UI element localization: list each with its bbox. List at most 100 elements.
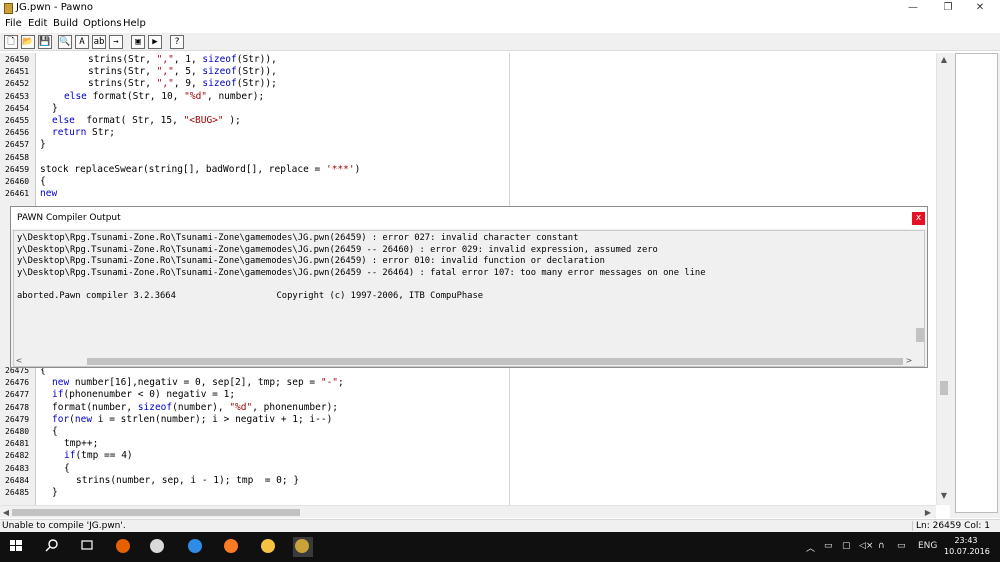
line-number: 26483 bbox=[5, 463, 30, 473]
compiler-output-line: y\Desktop\Rpg.Tsunami-Zone.Ro\Tsunami-Zo… bbox=[17, 256, 605, 267]
menu-bar: File Edit Build Options Help bbox=[0, 17, 1000, 31]
output-scroll-thumb[interactable] bbox=[916, 328, 924, 342]
output-scroll-right-arrow[interactable]: > bbox=[904, 355, 914, 366]
app-icon[interactable] bbox=[148, 537, 168, 557]
menu-file[interactable]: File bbox=[5, 17, 22, 31]
menu-options[interactable]: Options bbox=[83, 17, 122, 31]
code-line: strins(Str, ",", 5, sizeof(Str)), bbox=[88, 66, 277, 78]
scroll-right-arrow[interactable]: ▶ bbox=[922, 506, 934, 519]
code-line: format(number, sizeof(number), "%d", pho… bbox=[52, 401, 339, 413]
code-line: } bbox=[40, 139, 46, 151]
edge-icon[interactable] bbox=[186, 537, 206, 557]
close-button[interactable]: ✕ bbox=[960, 0, 1000, 16]
pawno-icon[interactable] bbox=[293, 537, 313, 557]
title-bar: JG.pwn - Pawno — ❐ ✕ bbox=[0, 0, 1000, 16]
pawno-app-icon bbox=[4, 3, 13, 14]
network-icon[interactable]: ▭ bbox=[824, 541, 833, 551]
compiler-output-line: y\Desktop\Rpg.Tsunami-Zone.Ro\Tsunami-Zo… bbox=[17, 233, 579, 243]
xampp-icon[interactable] bbox=[222, 537, 242, 557]
dialog-title-bar[interactable]: PAWN Compiler Output x bbox=[11, 207, 927, 229]
toolbar: 🗋 📂 💾 🔍 A ab → ▣ ▶ ? bbox=[0, 33, 1000, 51]
headset-icon[interactable]: ∩ bbox=[878, 541, 885, 551]
line-number: 26484 bbox=[5, 475, 30, 485]
window-title: JG.pwn - Pawno bbox=[16, 2, 94, 13]
code-line: else format( Str, 15, "<BUG>" ); bbox=[52, 115, 241, 126]
code-line: { bbox=[40, 176, 46, 187]
code-line: else format(Str, 10, "%d", number); bbox=[64, 90, 265, 102]
line-number: 26481 bbox=[5, 439, 30, 449]
status-message: Unable to compile 'JG.pwn'. bbox=[2, 521, 126, 531]
line-number: 26450 bbox=[5, 55, 30, 64]
taskbar: ︿ ▭ ▢ ◁× ∩ ▭ ENG 23:43 10.07.2016 bbox=[0, 532, 1000, 562]
volume-icon[interactable]: ◁× bbox=[859, 541, 873, 551]
code-line: new bbox=[40, 188, 58, 200]
hscroll-thumb[interactable] bbox=[12, 509, 300, 516]
minimize-button[interactable]: — bbox=[893, 0, 933, 16]
replace-icon[interactable]: ab bbox=[92, 35, 106, 49]
find-next-icon[interactable]: A bbox=[75, 35, 89, 49]
chevron-up-icon[interactable]: ︿ bbox=[806, 541, 815, 554]
code-line: } bbox=[52, 487, 58, 498]
editor-horizontal-scrollbar[interactable]: ◀ ▶ bbox=[0, 505, 936, 518]
action-center-icon[interactable]: ▢ bbox=[842, 541, 851, 551]
start-icon[interactable] bbox=[8, 537, 28, 557]
dialog-close-button[interactable]: x bbox=[912, 212, 925, 225]
task-view-icon[interactable] bbox=[79, 537, 99, 557]
scroll-left-arrow[interactable]: ◀ bbox=[0, 506, 12, 519]
scroll-up-arrow[interactable]: ▲ bbox=[937, 55, 951, 67]
save-icon[interactable]: 💾 bbox=[38, 35, 52, 49]
code-line: { bbox=[52, 426, 58, 437]
open-icon[interactable]: 📂 bbox=[21, 35, 35, 49]
line-number: 26452 bbox=[5, 79, 30, 89]
code-line: return Str; bbox=[52, 127, 115, 139]
language-indicator[interactable]: ENG bbox=[918, 541, 937, 551]
goto-icon[interactable]: → bbox=[109, 35, 123, 49]
search-icon[interactable] bbox=[44, 537, 64, 557]
keyboard-icon[interactable]: ▭ bbox=[897, 541, 906, 551]
output-vertical-scrollbar[interactable] bbox=[914, 231, 924, 353]
line-number: 26480 bbox=[5, 427, 30, 436]
output-hscroll-thumb[interactable] bbox=[87, 358, 903, 365]
code-line: } bbox=[52, 102, 58, 114]
line-number: 26482 bbox=[5, 451, 30, 461]
help-icon[interactable]: ? bbox=[170, 35, 184, 49]
line-number: 26458 bbox=[5, 152, 30, 162]
output-horizontal-scrollbar[interactable]: < > bbox=[14, 355, 914, 366]
run-icon[interactable]: ▶ bbox=[148, 35, 162, 49]
new-icon[interactable]: 🗋 bbox=[4, 35, 18, 49]
menu-build[interactable]: Build bbox=[53, 17, 78, 31]
folder-icon[interactable] bbox=[259, 537, 279, 557]
compiler-output-line: y\Desktop\Rpg.Tsunami-Zone.Ro\Tsunami-Zo… bbox=[17, 244, 658, 255]
code-line: if(phonenumber < 0) negativ = 1; bbox=[52, 389, 236, 401]
line-number: 26451 bbox=[5, 67, 30, 77]
scroll-thumb[interactable] bbox=[940, 381, 948, 395]
find-icon[interactable]: 🔍 bbox=[58, 35, 72, 49]
clock[interactable]: 23:43 10.07.2016 bbox=[944, 535, 990, 557]
code-line: new number[16],negativ = 0, sep[2], tmp;… bbox=[52, 377, 344, 389]
cursor-position: Ln: 26459 Col: 1 bbox=[912, 521, 990, 531]
line-number: 26459 bbox=[5, 164, 30, 174]
clock-date: 10.07.2016 bbox=[944, 547, 990, 556]
code-line: strins(number, sep, i - 1); tmp = 0; } bbox=[76, 474, 300, 486]
scroll-down-arrow[interactable]: ▼ bbox=[937, 491, 951, 503]
output-scroll-left-arrow[interactable]: < bbox=[14, 355, 24, 366]
line-number: 26455 bbox=[5, 116, 30, 125]
firefox-icon[interactable] bbox=[114, 537, 134, 557]
code-line: { bbox=[64, 462, 70, 474]
compiler-output-line: y\Desktop\Rpg.Tsunami-Zone.Ro\Tsunami-Zo… bbox=[17, 267, 706, 278]
menu-edit[interactable]: Edit bbox=[28, 17, 47, 31]
code-line: stock replaceSwear(string[], badWord[], … bbox=[40, 163, 361, 175]
compiler-output-text[interactable]: y\Desktop\Rpg.Tsunami-Zone.Ro\Tsunami-Zo… bbox=[13, 230, 925, 367]
code-line: strins(Str, ",", 9, sizeof(Str)); bbox=[88, 78, 277, 90]
compile-icon[interactable]: ▣ bbox=[131, 35, 145, 49]
editor-vertical-scrollbar[interactable]: ▲ ▼ bbox=[936, 53, 950, 505]
dialog-title: PAWN Compiler Output bbox=[17, 213, 121, 223]
line-number: 26456 bbox=[5, 128, 30, 138]
status-bar: Unable to compile 'JG.pwn'. Ln: 26459 Co… bbox=[0, 519, 1000, 532]
compiler-output-line: aborted.Pawn compiler 3.2.3664 Copyright… bbox=[17, 291, 484, 301]
code-line: tmp++; bbox=[64, 438, 99, 450]
code-line: for(new i = strlen(number); i > negativ … bbox=[52, 413, 333, 425]
line-number: 26461 bbox=[5, 189, 30, 199]
menu-help[interactable]: Help bbox=[123, 17, 146, 31]
function-list[interactable] bbox=[955, 53, 998, 513]
